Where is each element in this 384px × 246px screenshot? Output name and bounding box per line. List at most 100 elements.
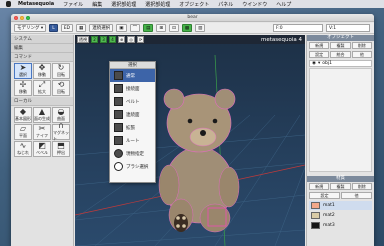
tool-plane-button[interactable]: ▱ 平面 bbox=[14, 124, 32, 140]
select-continuous-item[interactable]: 連続面 bbox=[110, 108, 155, 121]
snap-icon[interactable]: ▤ bbox=[143, 24, 154, 32]
menu-edit[interactable]: 編集 bbox=[92, 1, 102, 8]
popup-title: 選択 bbox=[110, 62, 155, 69]
apple-icon[interactable] bbox=[6, 1, 11, 7]
zoom-view-icon[interactable]: ◎ bbox=[127, 36, 135, 43]
menu-file[interactable]: ファイル bbox=[63, 1, 83, 8]
object-new-button[interactable]: 新規 bbox=[309, 42, 330, 49]
tool-magnet-button[interactable]: ∩ マグネット bbox=[52, 122, 70, 141]
tool-rotate2-button[interactable]: ⟲ 回転 bbox=[52, 80, 70, 96]
tool-label: 回転 bbox=[57, 72, 65, 77]
select-specified-item[interactable]: 現物指定 bbox=[110, 147, 155, 160]
twist-icon: ∿ bbox=[19, 141, 27, 150]
select-route-item[interactable]: ルート bbox=[110, 134, 155, 147]
select-expand-item[interactable]: 拡張 bbox=[110, 121, 155, 134]
tool-knife-button[interactable]: ✂ ナイフ bbox=[33, 124, 51, 140]
knife-icon: ✂ bbox=[38, 124, 46, 133]
tool-label: ナイフ bbox=[36, 133, 48, 138]
teddy-bear-model[interactable] bbox=[158, 88, 240, 233]
edit-header: 編集 bbox=[11, 44, 73, 53]
route-select-icon bbox=[114, 136, 123, 145]
material-swatch bbox=[311, 212, 320, 219]
tool-label: 移動 bbox=[38, 72, 46, 77]
object-list-item[interactable]: ◉ ▾ obj1 bbox=[309, 60, 372, 67]
edit-button[interactable]: ED bbox=[60, 24, 74, 32]
view-2-button[interactable]: 2 bbox=[91, 36, 98, 43]
menu-select-process[interactable]: 選択部処理 bbox=[145, 1, 170, 8]
tool-grid-top: ➤ 選択 ✥ 移動 ↻ 回転 ✢ 移動 ⤢ 拡大 ⟲ 回転 bbox=[11, 62, 73, 97]
3d-viewport[interactable]: 透視 2 3 4 ⊕ ◎ ⟳ metasequoia 4 選択 通常 接続面 ベ… bbox=[75, 35, 305, 246]
menu-app-name[interactable]: Metasequoia bbox=[18, 1, 54, 7]
tool-label: ねじれ bbox=[17, 150, 29, 155]
perspective-button[interactable]: 透視 bbox=[77, 36, 89, 43]
material-other-button[interactable]: 他 bbox=[341, 192, 372, 199]
object-name: obj1 bbox=[322, 61, 332, 66]
grid-icon[interactable]: ▦ bbox=[76, 24, 87, 32]
link-select-label[interactable]: 連続選択 bbox=[89, 24, 114, 32]
brush-select-icon bbox=[114, 162, 123, 171]
view-icon[interactable]: ▥ bbox=[195, 24, 206, 32]
menu-select[interactable]: 選択部処理 bbox=[111, 1, 136, 8]
menu-panel[interactable]: パネル bbox=[218, 1, 233, 8]
select-connected-item[interactable]: 接続面 bbox=[110, 82, 155, 95]
tool-select-button[interactable]: ➤ 選択 bbox=[14, 63, 32, 79]
material-duplicate-button[interactable]: 複製 bbox=[330, 183, 351, 190]
belt-select-icon bbox=[114, 97, 123, 106]
rotate-view-icon[interactable]: ⟳ bbox=[136, 36, 145, 43]
tool-label: 移動 bbox=[19, 89, 27, 94]
vertex-count-field: V:1 bbox=[326, 24, 370, 32]
mode-label: モデリング bbox=[17, 26, 40, 31]
main-toolbar: モデリング ▾ L ED ▦ 連続選択 ▣ ⌒ ▤ ⊞ ⊡ ▩ ▥ F:0 V:… bbox=[11, 23, 374, 34]
object-settings-button[interactable]: 設定 bbox=[309, 51, 330, 58]
lasso-icon[interactable]: ⌒ bbox=[129, 24, 141, 32]
lock-icon[interactable]: ▾ bbox=[318, 61, 320, 66]
move2-icon: ✢ bbox=[19, 80, 27, 89]
tool-rotate-button[interactable]: ↻ 回転 bbox=[52, 63, 70, 79]
window-title: bear bbox=[187, 15, 198, 20]
tool-label: 選択 bbox=[19, 72, 27, 77]
select-brush-item[interactable]: ブラシ選択 bbox=[110, 160, 155, 173]
material-settings-button[interactable]: 設定 bbox=[309, 192, 340, 199]
object-buttons-row-1: 新規 複製 削除 bbox=[307, 41, 374, 50]
tool-move2-button[interactable]: ✢ 移動 bbox=[14, 80, 32, 96]
object-merge-button[interactable]: 統合 bbox=[330, 51, 351, 58]
item-label: 現物指定 bbox=[126, 151, 144, 157]
select-belt-item[interactable]: ベルト bbox=[110, 95, 155, 108]
menu-window[interactable]: ウインドウ bbox=[242, 1, 267, 8]
layer-l-button[interactable]: L bbox=[49, 24, 58, 32]
tool-shape-button[interactable]: ◆ 基本図形 bbox=[14, 107, 32, 123]
pan-icon[interactable]: ⊕ bbox=[118, 36, 126, 43]
material-item-mat3[interactable]: mat3 bbox=[309, 221, 372, 230]
material-delete-button[interactable]: 削除 bbox=[351, 183, 372, 190]
object-list-area bbox=[309, 68, 372, 172]
material-new-button[interactable]: 新規 bbox=[309, 183, 330, 190]
object-duplicate-button[interactable]: 複製 bbox=[330, 42, 351, 49]
view-3-button[interactable]: 3 bbox=[100, 36, 107, 43]
menu-object[interactable]: オブジェクト bbox=[179, 1, 209, 8]
tool-face-button[interactable]: ▲ 面の生成 bbox=[33, 107, 51, 123]
mirror-icon[interactable]: ⊞ bbox=[156, 24, 167, 32]
local-header: ローカル bbox=[11, 97, 73, 106]
tool-label: ベベル bbox=[36, 150, 48, 155]
tool-bevel-button[interactable]: ◩ ベベル bbox=[33, 141, 51, 157]
bevel-icon: ◩ bbox=[38, 141, 46, 150]
select-normal-item[interactable]: 通常 bbox=[110, 69, 155, 82]
select-all-icon[interactable]: ▣ bbox=[116, 24, 127, 32]
wire-icon[interactable]: ⊡ bbox=[169, 24, 179, 32]
material-item-mat2[interactable]: mat2 bbox=[309, 211, 372, 220]
eye-icon[interactable]: ◉ bbox=[312, 61, 316, 66]
material-buttons-row-1: 新規 複製 削除 bbox=[307, 182, 374, 191]
tool-extrude-button[interactable]: ⬒ 押出 bbox=[52, 141, 70, 157]
arrow-icon: ➤ bbox=[19, 63, 27, 72]
display-icon[interactable]: ▩ bbox=[181, 24, 193, 32]
material-item-mat1[interactable]: mat1 bbox=[309, 201, 372, 210]
object-delete-button[interactable]: 削除 bbox=[351, 42, 372, 49]
view-4-button[interactable]: 4 bbox=[109, 36, 116, 43]
tool-scale-button[interactable]: ⤢ 拡大 bbox=[33, 80, 51, 96]
object-other-button[interactable]: 他 bbox=[351, 51, 372, 58]
tool-twist-button[interactable]: ∿ ねじれ bbox=[14, 141, 32, 157]
tool-move-button[interactable]: ✥ 移動 bbox=[33, 63, 51, 79]
mode-dropdown[interactable]: モデリング ▾ bbox=[14, 24, 47, 32]
menu-help[interactable]: ヘルプ bbox=[276, 1, 291, 8]
side-panels: オブジェクト 新規 複製 削除 設定 統合 他 ◉ ▾ obj1 材質 新規 複… bbox=[306, 35, 374, 246]
